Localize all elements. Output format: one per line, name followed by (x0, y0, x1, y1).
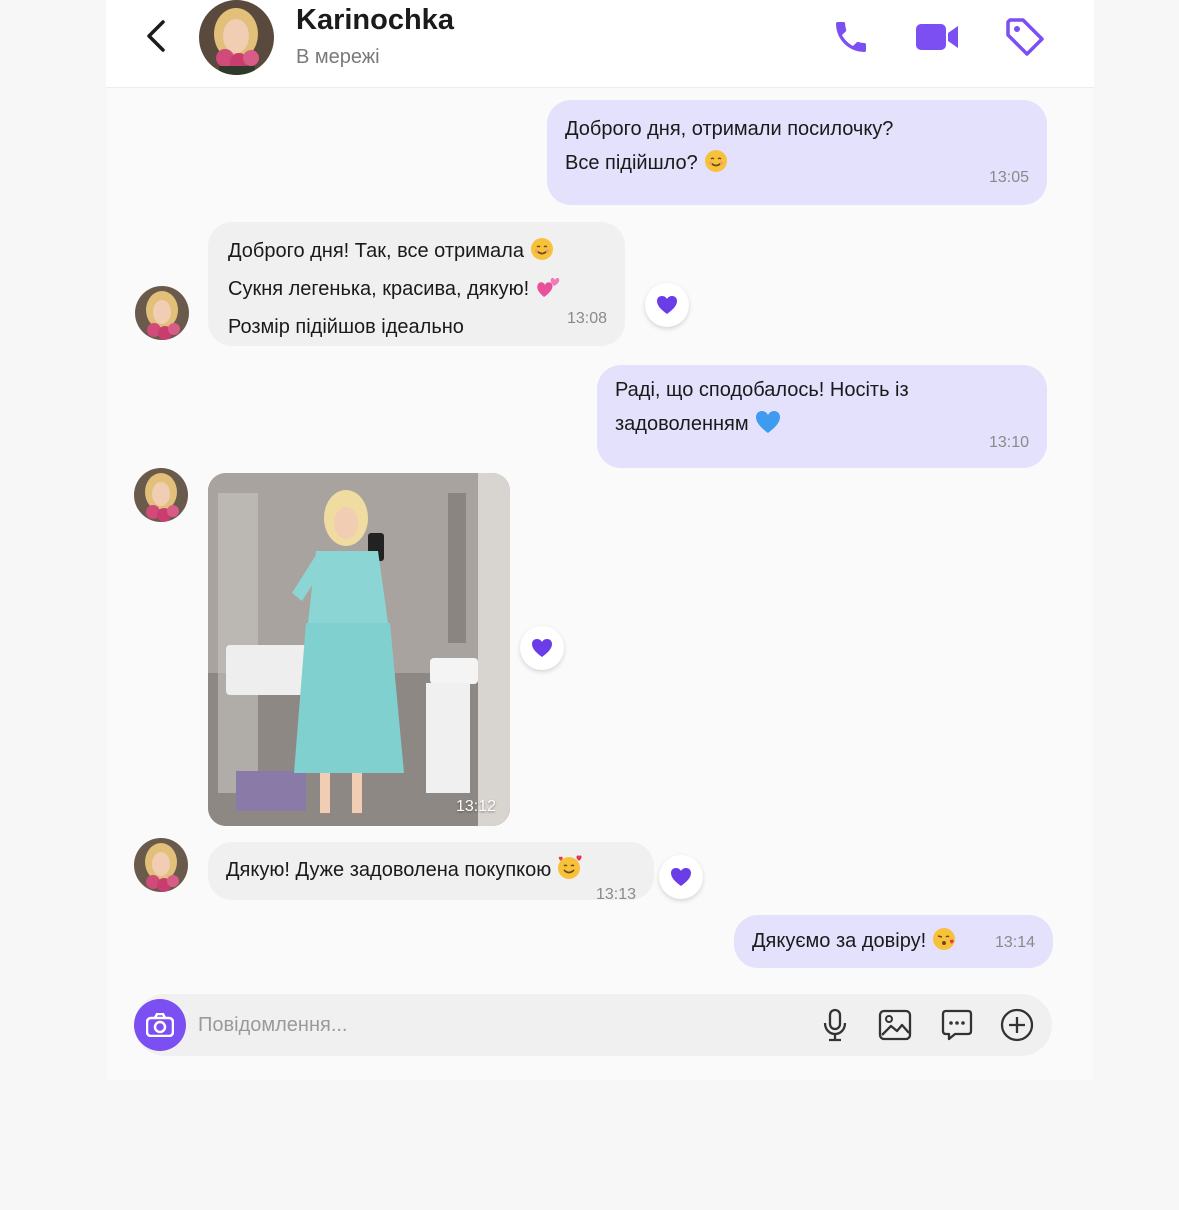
call-button[interactable] (828, 14, 874, 60)
heart-icon (532, 639, 552, 657)
reaction-badge[interactable] (645, 283, 689, 327)
chat-screen: Karinochka В мережі Доброго дня, отримал… (106, 0, 1094, 1080)
message-time: 13:14 (994, 934, 1035, 951)
plus-icon (1000, 1008, 1034, 1042)
photo-message[interactable]: 13:12 (208, 473, 510, 826)
two-hearts-emoji-icon (535, 275, 561, 310)
camera-icon (146, 1013, 174, 1037)
sticker-icon (941, 1009, 973, 1041)
tag-button[interactable] (1002, 14, 1048, 60)
voice-message-button[interactable] (816, 1006, 854, 1044)
message-text-row: задоволенням (615, 407, 1029, 445)
message-input[interactable] (198, 994, 738, 1056)
phone-icon (836, 22, 866, 52)
heart-icon (671, 868, 691, 886)
message-text: Доброго дня, отримали посилочку? (565, 118, 894, 140)
sticker-button[interactable] (938, 1006, 976, 1044)
video-icon (916, 24, 958, 50)
message-text-row: Все підійшло? (565, 146, 1029, 184)
sender-avatar[interactable] (134, 468, 188, 522)
message-text: Розмір підійшов ідеально (228, 316, 464, 338)
message-time: 13:13 (596, 886, 637, 903)
message-composer (134, 994, 1052, 1056)
video-call-button[interactable] (914, 14, 960, 60)
back-icon (147, 20, 165, 52)
chat-header: Karinochka В мережі (106, 0, 1094, 88)
message-outgoing[interactable]: Раді, що сподобалось! Носіть із задоволе… (597, 365, 1047, 468)
more-options-button[interactable] (998, 1006, 1036, 1044)
smiling-face-with-hearts-emoji-icon (557, 854, 583, 891)
face-blowing-kiss-emoji-icon (932, 927, 958, 962)
message-text: Дякуємо за довіру! (752, 930, 927, 952)
message-time: 13:12 (455, 798, 496, 815)
gallery-icon (878, 1009, 912, 1041)
message-text-row: Дякую! Дуже задоволена покупкою (226, 853, 636, 891)
back-button[interactable] (140, 18, 172, 54)
contact-status: В мережі (296, 46, 380, 68)
contact-name[interactable]: Karinochka (296, 4, 454, 37)
message-text-row: Дякуємо за довіру! (752, 924, 1035, 962)
reaction-badge[interactable] (520, 626, 564, 670)
camera-button[interactable] (134, 999, 186, 1051)
smile-emoji-icon (704, 149, 728, 184)
sender-avatar[interactable] (134, 838, 188, 892)
smile-emoji-icon (530, 237, 554, 272)
microphone-icon (823, 1008, 847, 1042)
heart-icon (657, 296, 677, 314)
message-time: 13:05 (988, 169, 1029, 186)
message-text-row: Сукня легенька, красива, дякую! (228, 272, 605, 310)
message-text: Дякую! Дуже задоволена покупкою (226, 859, 552, 881)
message-outgoing[interactable]: Дякуємо за довіру! 13:14 (734, 915, 1053, 968)
message-outgoing[interactable]: Доброго дня, отримали посилочку? Все під… (547, 100, 1047, 205)
tag-icon (1006, 18, 1044, 56)
message-time: 13:10 (988, 434, 1029, 451)
message-incoming[interactable]: Доброго дня! Так, все отримала Сукня лег… (208, 222, 625, 346)
sender-avatar[interactable] (135, 286, 189, 340)
message-text: задоволенням (615, 413, 749, 435)
message-time: 13:08 (566, 310, 607, 327)
message-text: Доброго дня! Так, все отримала (228, 240, 524, 262)
message-text-row: Доброго дня! Так, все отримала (228, 234, 605, 272)
blue-heart-emoji-icon (755, 410, 781, 445)
message-text: Сукня легенька, красива, дякую! (228, 278, 530, 300)
contact-avatar[interactable] (199, 0, 274, 75)
reaction-badge[interactable] (659, 855, 703, 899)
message-text: Все підійшло? (565, 152, 698, 174)
gallery-button[interactable] (876, 1006, 914, 1044)
message-text: Раді, що сподобалось! Носіть із (615, 379, 909, 401)
message-incoming[interactable]: Дякую! Дуже задоволена покупкою 13:13 (208, 842, 654, 903)
